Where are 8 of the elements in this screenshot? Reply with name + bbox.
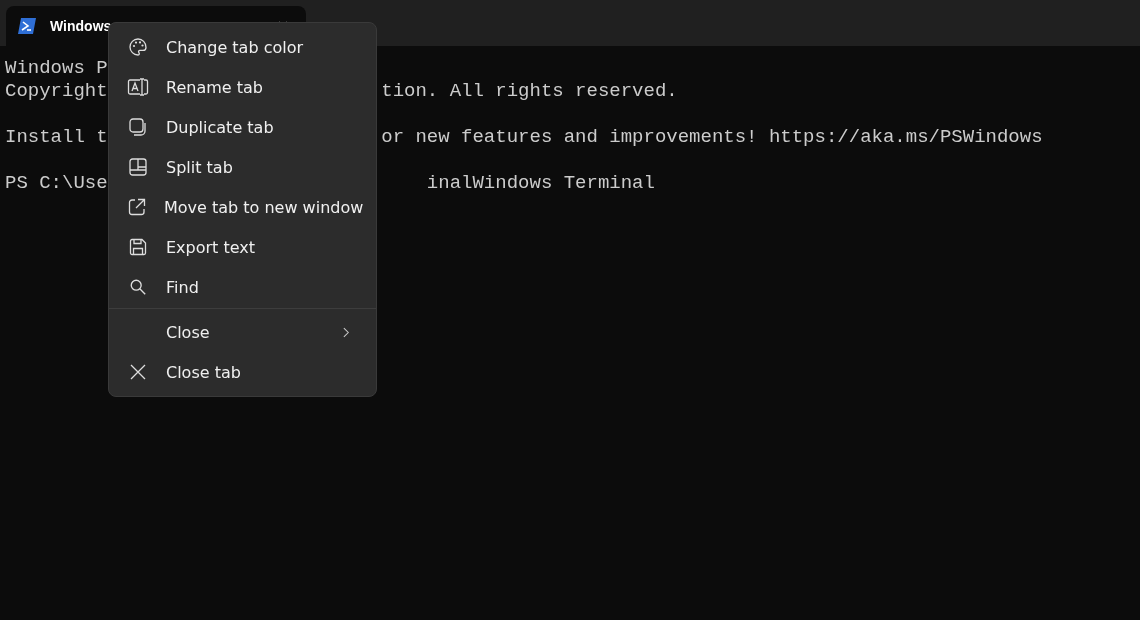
terminal-text: Windows P: [5, 57, 108, 80]
terminal-text: inalWindows Terminal: [426, 172, 655, 195]
terminal-text: Copyright: [5, 80, 108, 103]
terminal-text: or new features and improvements! https://aka.ms/PSWindows: [381, 126, 1043, 149]
terminal-text: Install t: [5, 126, 108, 149]
terminal-text: PS C:\Use: [5, 172, 108, 195]
terminal-text: tion. All rights reserved.: [381, 80, 678, 103]
tab-title: Windows: [50, 18, 113, 34]
